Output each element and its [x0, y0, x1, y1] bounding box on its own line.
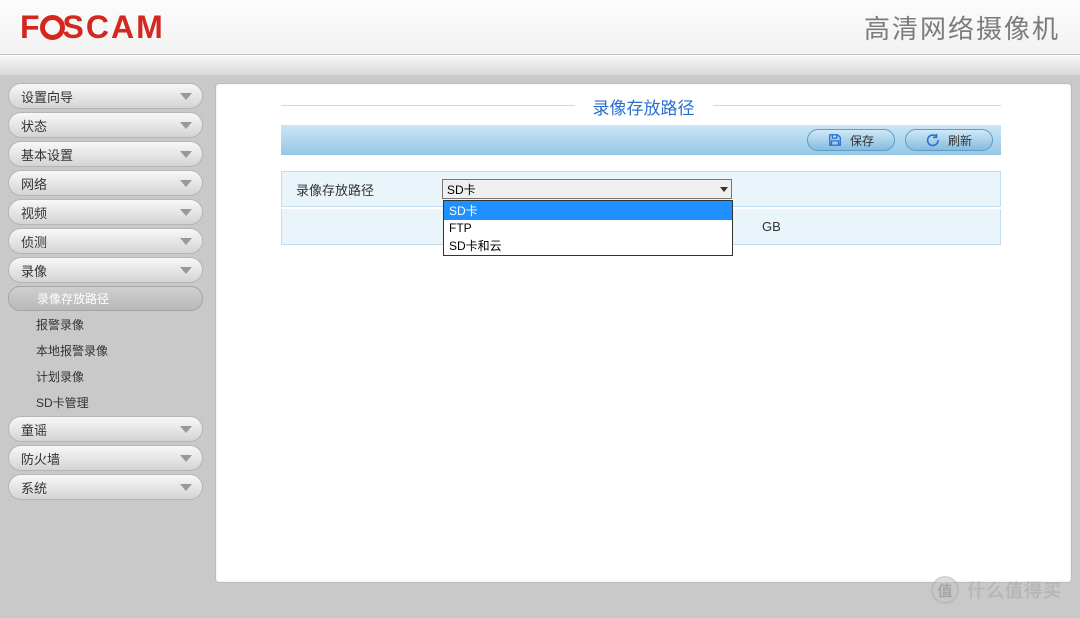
- header-title: 高清网络摄像机: [864, 9, 1060, 46]
- chevron-down-icon: [180, 484, 192, 491]
- watermark-icon: 值: [931, 576, 959, 604]
- chevron-down-icon: [180, 93, 192, 100]
- sidebar-category[interactable]: 设置向导: [8, 83, 203, 109]
- sidebar-category-label: 童谣: [21, 420, 47, 439]
- sidebar-subitem[interactable]: 计划录像: [8, 364, 203, 389]
- sidebar-category[interactable]: 基本设置: [8, 141, 203, 167]
- app-header: FSCAM 高清网络摄像机: [0, 0, 1080, 55]
- watermark: 值 什么值得买: [931, 576, 1062, 604]
- sidebar-category[interactable]: 录像: [8, 257, 203, 283]
- chevron-down-icon: [180, 455, 192, 462]
- sidebar-category-label: 网络: [21, 174, 47, 193]
- path-dropdown: SD卡FTPSD卡和云: [443, 200, 733, 256]
- refresh-icon: [926, 133, 940, 147]
- brand-logo: FSCAM: [20, 9, 165, 46]
- sidebar-subitem[interactable]: 本地报警录像: [8, 338, 203, 363]
- sidebar-category-label: 设置向导: [21, 87, 73, 106]
- path-label: 录像存放路径: [282, 180, 442, 199]
- save-icon: [828, 133, 842, 147]
- chevron-down-icon: [180, 267, 192, 274]
- sidebar: 设置向导状态基本设置网络视频侦测录像录像存放路径报警录像本地报警录像计划录像SD…: [8, 83, 203, 583]
- path-select-value: SD卡: [447, 181, 476, 198]
- chevron-down-icon: [180, 209, 192, 216]
- sidebar-category-label: 录像: [21, 261, 47, 280]
- watermark-text: 什么值得买: [967, 577, 1062, 603]
- sidebar-category[interactable]: 网络: [8, 170, 203, 196]
- sidebar-category[interactable]: 系统: [8, 474, 203, 500]
- dropdown-option[interactable]: SD卡: [444, 201, 732, 220]
- toolbar: 保存 刷新: [281, 125, 1001, 155]
- dropdown-option[interactable]: FTP: [444, 220, 732, 236]
- sidebar-category-label: 视频: [21, 203, 47, 222]
- header-separator: [0, 55, 1080, 75]
- form-row-path: 录像存放路径 SD卡 SD卡FTPSD卡和云: [281, 171, 1001, 207]
- content-panel: 录像存放路径 保存 刷新 录像存放路径 SD卡 SD卡FTPSD卡和云: [215, 83, 1072, 583]
- sidebar-category[interactable]: 童谣: [8, 416, 203, 442]
- path-select[interactable]: SD卡 SD卡FTPSD卡和云: [442, 179, 732, 199]
- sidebar-category-label: 侦测: [21, 232, 47, 251]
- chevron-down-icon: [180, 180, 192, 187]
- form-area: 录像存放路径 SD卡 SD卡FTPSD卡和云 GB: [281, 171, 1001, 245]
- sidebar-subitem[interactable]: 录像存放路径: [8, 286, 203, 311]
- sidebar-category-label: 防火墙: [21, 449, 60, 468]
- page-title: 录像存放路径: [216, 84, 1071, 125]
- refresh-button[interactable]: 刷新: [905, 129, 993, 151]
- chevron-down-icon: [180, 426, 192, 433]
- extra-suffix: GB: [762, 219, 781, 234]
- sidebar-category-label: 系统: [21, 478, 47, 497]
- chevron-down-icon: [180, 238, 192, 245]
- save-button[interactable]: 保存: [807, 129, 895, 151]
- sidebar-category[interactable]: 视频: [8, 199, 203, 225]
- sidebar-subitem[interactable]: 报警录像: [8, 312, 203, 337]
- chevron-down-icon: [180, 151, 192, 158]
- sidebar-category-label: 状态: [21, 116, 47, 135]
- chevron-down-icon: [180, 122, 192, 129]
- sidebar-category[interactable]: 侦测: [8, 228, 203, 254]
- sidebar-subitem[interactable]: SD卡管理: [8, 390, 203, 415]
- refresh-label: 刷新: [948, 132, 972, 149]
- sidebar-category[interactable]: 状态: [8, 112, 203, 138]
- save-label: 保存: [850, 132, 874, 149]
- sidebar-category[interactable]: 防火墙: [8, 445, 203, 471]
- dropdown-option[interactable]: SD卡和云: [444, 236, 732, 255]
- sidebar-category-label: 基本设置: [21, 145, 73, 164]
- chevron-down-icon: [720, 187, 728, 192]
